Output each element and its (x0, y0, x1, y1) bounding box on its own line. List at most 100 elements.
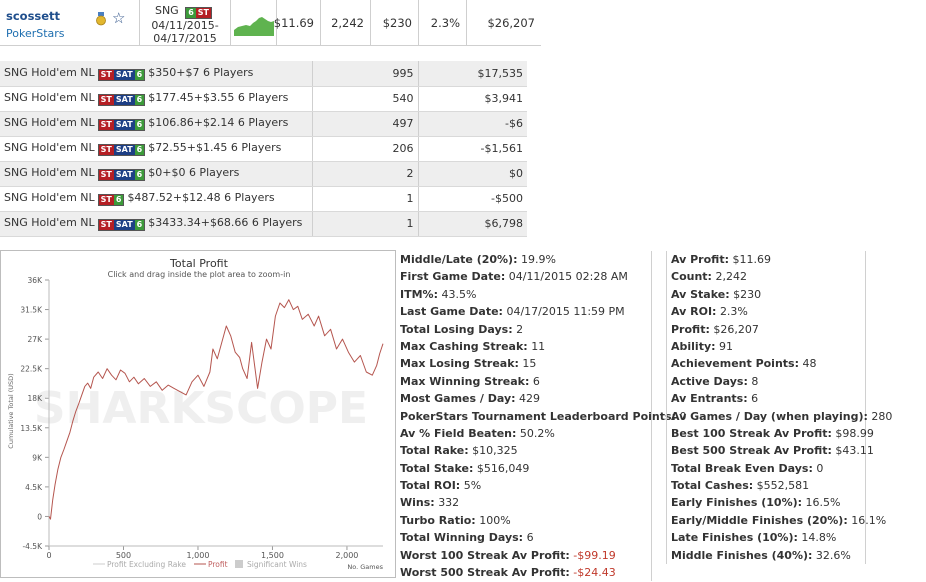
game-profit: $0 (418, 161, 527, 187)
player-name-link[interactable]: scossett (6, 9, 60, 23)
stat-label: Av Profit: (671, 253, 729, 266)
game-name-cell: SNG Hold'em NL ST SAT 6 $3433.34+$68.66 6 Pl… (0, 211, 313, 237)
stat-value: 48 (802, 357, 817, 371)
site-link[interactable]: PokerStars (6, 27, 65, 40)
stat-row: Early Finishes (10%): 16.5% (671, 494, 865, 511)
x-tick-label: 500 (116, 551, 131, 560)
stat-value: $230 (733, 287, 762, 301)
stat-row: Total Losing Days: 2 (400, 321, 651, 338)
total-profit-chart[interactable]: SHARKSCOPE Total Profit Click and drag ins… (0, 250, 396, 578)
game-badges: 6 ST (185, 7, 213, 19)
st-badge: ST (195, 8, 212, 18)
game-name-cell: SNG Hold'em NL ST SAT 6 $72.55+$1.45 6 Playe… (0, 136, 313, 162)
y-tick-label: 27K (28, 335, 44, 344)
st-badge: ST (98, 95, 114, 105)
game-row[interactable]: SNG Hold'em NL ST 6 $487.52+$12.48 6 Player… (0, 186, 527, 212)
x-tick-label: 1,000 (187, 551, 210, 560)
chart-svg[interactable]: SHARKSCOPE Total ProfitClick and drag ins… (1, 251, 395, 577)
game-badges: ST SAT 6 (97, 144, 146, 156)
stat-value: 2.3% (719, 305, 748, 319)
sat-badge: SAT (113, 69, 135, 80)
stat-label: Worst 100 Streak Av Profit: (400, 548, 570, 562)
stat-label: Total Break Even Days: (671, 461, 813, 475)
game-row[interactable]: SNG Hold'em NL ST SAT 6 $0+$0 6 Players 2 $0 (0, 161, 527, 187)
game-row[interactable]: SNG Hold'em NL ST SAT 6 $177.45+$3.55 6 Play… (0, 86, 527, 112)
game-count: 497 (312, 111, 419, 137)
stat-row: Av Entrants: 6 (671, 390, 865, 407)
date-from: 04/11/2015- (151, 19, 219, 32)
game-name-cell: SNG Hold'em NL ST SAT 6 $177.45+$3.55 6 Play… (0, 86, 313, 112)
st-badge: ST (98, 120, 114, 130)
game-count: 1 (312, 186, 419, 212)
stat-value: 16.1% (851, 513, 887, 527)
game-badges: ST SAT 6 (97, 68, 146, 81)
sat-badge: SAT (113, 220, 135, 230)
stat-value: 8 (751, 374, 759, 388)
stat-value: 14.8% (801, 531, 837, 545)
six-max-badge: 6 (134, 145, 145, 155)
stat-row: Turbo Ratio: 100% (400, 512, 651, 529)
game-row[interactable]: SNG Hold'em NL ST SAT 6 $106.86+$2.14 6 Play… (0, 111, 527, 137)
stat-label: Av ROI: (671, 305, 717, 319)
game-profit: -$1,561 (418, 136, 527, 162)
stat-row: Most Games / Day: 429 (400, 390, 651, 407)
stat-value: 5% (463, 479, 482, 493)
stat-value: 50.2% (519, 426, 555, 440)
stat-row: Late Finishes (10%): 14.8% (671, 529, 865, 546)
stat-row: Total Rake: $10,325 (400, 442, 651, 459)
y-tick-label: -4.5K (22, 542, 43, 551)
st-badge: ST (98, 145, 114, 155)
st-badge: ST (98, 69, 114, 80)
stat-row: Total ROI: 5% (400, 477, 651, 494)
stat-row: First Game Date: 04/11/2015 02:28 AM (400, 268, 651, 285)
stat-row: Av Profit: $11.69 (671, 251, 865, 268)
y-tick-label: 4.5K (25, 483, 43, 492)
stat-label: Total Rake: (400, 444, 469, 458)
stat-row: Max Winning Streak: 6 (400, 373, 651, 390)
stat-value: 32.6% (815, 548, 851, 562)
game-count: 2 (312, 161, 419, 187)
game-badges: ST SAT 6 (97, 219, 146, 231)
stat-label: Most Games / Day: (400, 392, 516, 406)
st-badge: ST (98, 195, 114, 205)
six-max-badge: 6 (134, 95, 145, 105)
stat-row: Best 100 Streak Av Profit: $98.99 (671, 425, 874, 442)
stat-row: Max Cashing Streak: 11 (400, 338, 651, 355)
legend-item-significant-wins: Significant Wins (247, 560, 307, 569)
stat-value: $10,325 (472, 444, 518, 458)
stat-value: 43.5% (441, 287, 477, 301)
stat-label: Count: (671, 270, 712, 284)
game-count: 540 (312, 86, 419, 112)
game-row[interactable]: SNG Hold'em NL ST SAT 6 $3433.34+$68.66 6 Pl… (0, 211, 527, 237)
game-row[interactable]: SNG Hold'em NL ST SAT 6 $350+$7 6 Players 995… (0, 61, 527, 87)
stat-row: Worst 100 Streak Av Profit: -$99.19 (400, 547, 651, 564)
stat-row: Active Days: 8 (671, 373, 865, 390)
stat-row: Count: 2,242 (671, 268, 865, 285)
game-type: SNG Hold'em NL (4, 141, 95, 154)
stat-label: First Game Date: (400, 270, 506, 284)
stat-row: Middle/Late (20%): 19.9% (400, 251, 651, 268)
av-roi-cell: 2.3% (419, 0, 467, 45)
game-description: $3433.34+$68.66 6 Players (148, 216, 303, 229)
profit-sparkline[interactable] (234, 14, 274, 36)
favorite-star-icon[interactable]: ☆ (112, 9, 125, 27)
y-tick-label: 9K (32, 453, 43, 462)
stat-label: Early/Middle Finishes (20%): (671, 513, 848, 527)
date-to: 04/17/2015 (153, 32, 217, 45)
stat-value: 6 (751, 392, 759, 406)
game-count: 995 (312, 61, 419, 87)
game-description: $106.86+$2.14 6 Players (148, 116, 289, 129)
game-name-cell: SNG Hold'em NL ST SAT 6 $0+$0 6 Players (0, 161, 313, 187)
count-cell: 2,242 (321, 0, 371, 45)
game-profit: $17,535 (418, 61, 527, 87)
stat-label: ITM%: (400, 287, 438, 301)
stat-value: $11.69 (732, 253, 771, 266)
stat-label: Total Stake: (400, 461, 474, 475)
game-row[interactable]: SNG Hold'em NL ST SAT 6 $72.55+$1.45 6 Playe… (0, 136, 527, 162)
stats-column-left: Middle/Late (20%): 19.9% First Game Date:… (396, 251, 686, 582)
legend-item-profit: Profit (208, 560, 228, 569)
stat-row: Total Winning Days: 6 (400, 529, 651, 546)
stat-row: Av Games / Day (when playing): 280 (671, 408, 892, 425)
stat-value: 91 (719, 339, 734, 353)
stat-value: 100% (479, 513, 511, 527)
